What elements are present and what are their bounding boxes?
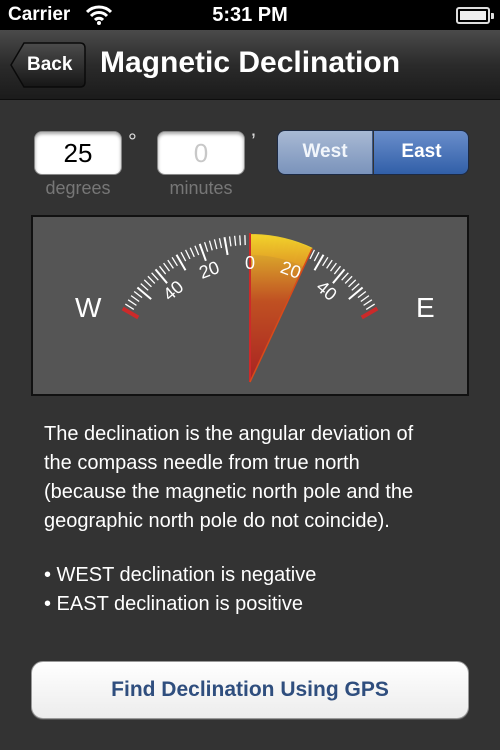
navigation-bar: Back Magnetic Declination bbox=[0, 30, 500, 100]
sign-convention-list: • WEST declination is negative • EAST de… bbox=[44, 561, 474, 619]
west-negative-bullet: • WEST declination is negative bbox=[44, 564, 317, 586]
dial-tick bbox=[326, 259, 333, 269]
dial-tick bbox=[189, 247, 195, 258]
dial-tick bbox=[154, 268, 168, 284]
dial-tick bbox=[143, 279, 152, 288]
dial-tick bbox=[348, 279, 357, 288]
back-button[interactable]: Back bbox=[10, 42, 86, 88]
dial-tick bbox=[198, 243, 207, 262]
dial-tick bbox=[151, 272, 159, 281]
dial-scale-label: 40 bbox=[159, 277, 187, 305]
dial-tick bbox=[341, 272, 349, 281]
east-segment[interactable]: East bbox=[374, 131, 468, 174]
dial-tick bbox=[223, 237, 229, 256]
dial-tick bbox=[357, 290, 367, 299]
dial-tick bbox=[180, 251, 187, 262]
dial-tick bbox=[184, 249, 191, 260]
dial-tick bbox=[348, 286, 364, 300]
dial-tick bbox=[127, 299, 137, 306]
dial-tick bbox=[158, 265, 167, 275]
east-positive-bullet: • EAST declination is positive bbox=[44, 593, 303, 615]
dial-tick bbox=[130, 295, 140, 302]
dial-tick bbox=[213, 239, 218, 250]
dial-tick bbox=[208, 240, 213, 251]
dial-tick bbox=[136, 286, 152, 300]
description-line: (because the magnetic north pole and the bbox=[44, 481, 414, 503]
gps-button-label: Find Declination Using GPS bbox=[111, 678, 389, 701]
dial-tick bbox=[121, 306, 140, 320]
dial-tick bbox=[351, 283, 360, 291]
dial-tick bbox=[332, 268, 346, 284]
dial-scale-label: 0 bbox=[245, 253, 255, 273]
description-line: The declination is the angular deviation… bbox=[44, 423, 414, 445]
clock: 5:31 PM bbox=[212, 4, 288, 26]
dial-tick bbox=[167, 259, 174, 269]
west-label: W bbox=[75, 292, 102, 323]
minutes-input[interactable]: 0 bbox=[157, 131, 245, 175]
dial-scale-label: 20 bbox=[196, 257, 222, 283]
declination-needle bbox=[250, 235, 313, 382]
description-text: The declination is the angular deviation… bbox=[44, 420, 474, 536]
dial-tick bbox=[363, 299, 373, 306]
dial-tick bbox=[322, 256, 329, 267]
dial-tick bbox=[344, 275, 353, 284]
dial-tick bbox=[233, 235, 237, 246]
degrees-caption: degrees bbox=[45, 178, 111, 198]
west-segment[interactable]: West bbox=[278, 131, 373, 174]
dial-scale-label: 40 bbox=[313, 277, 341, 305]
dial-tick bbox=[330, 262, 337, 272]
dial-tick bbox=[360, 306, 379, 320]
degrees-input[interactable]: 25 bbox=[34, 131, 122, 175]
dial-graphic: 4020 0 2040 W E bbox=[75, 233, 435, 383]
battery-icon bbox=[456, 7, 494, 24]
minute-symbol: ’ bbox=[251, 129, 256, 154]
find-declination-gps-button[interactable]: Find Declination Using GPS bbox=[31, 661, 469, 719]
dial-tick bbox=[228, 236, 232, 247]
dial-tick bbox=[333, 265, 342, 275]
description-line: geographic north pole do not coincide). bbox=[44, 510, 390, 532]
page-title: Magnetic Declination bbox=[100, 46, 401, 79]
declination-dial: 40 20 0 20 40 W E bbox=[31, 215, 469, 396]
degree-symbol: ° bbox=[128, 129, 137, 154]
dial-tick bbox=[163, 262, 170, 272]
dial-tick bbox=[360, 295, 370, 302]
dial-tick bbox=[147, 275, 156, 284]
dial-tick bbox=[133, 290, 143, 299]
dial-tick bbox=[313, 251, 320, 262]
dial-tick bbox=[171, 256, 178, 267]
dial-tick bbox=[239, 235, 242, 246]
status-bar: Carrier 5:31 PM bbox=[0, 0, 500, 30]
direction-segmented-control: West East bbox=[277, 130, 469, 175]
description-line: the compass needle from true north bbox=[44, 452, 360, 474]
dial-tick bbox=[203, 241, 209, 252]
back-button-label: Back bbox=[27, 54, 73, 75]
dial-tick bbox=[140, 283, 149, 291]
dial-tick bbox=[194, 245, 200, 256]
east-label: E bbox=[416, 292, 435, 323]
minutes-caption: minutes bbox=[169, 178, 233, 198]
dial-tick bbox=[218, 238, 223, 249]
